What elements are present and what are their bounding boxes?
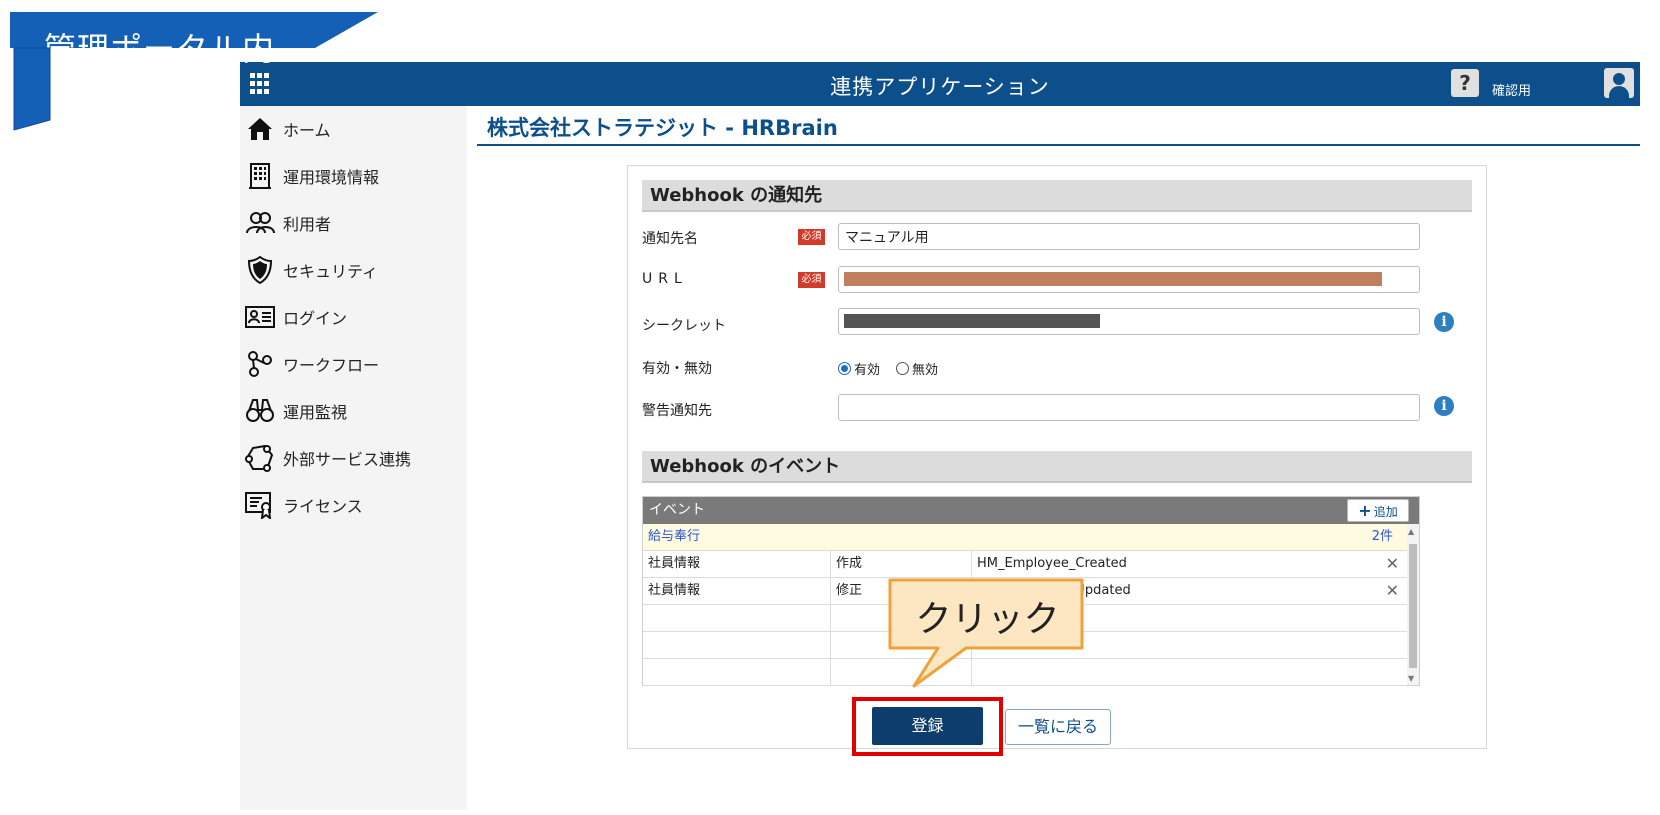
sidebar-item-login[interactable]: ログイン [245, 302, 460, 332]
event-category: 社員情報 [643, 551, 831, 577]
user-avatar-icon[interactable] [1604, 68, 1634, 98]
enabled-off-label: 無効 [912, 363, 939, 378]
secret-label: シークレット [642, 318, 726, 334]
required-badge: 必須 [798, 272, 825, 288]
sidebar-item-label: ライセンス [283, 497, 363, 516]
table-row[interactable]: 社員情報 作成 HM_Employee_Created ✕ [643, 551, 1407, 578]
id-card-icon [245, 302, 275, 332]
sidebar-item-workflow[interactable]: ワークフロー [245, 349, 460, 379]
enabled-label: 有効・無効 [642, 361, 712, 377]
sidebar-item-label: 外部サービス連携 [283, 450, 412, 469]
binoculars-icon [245, 396, 275, 426]
warning-label: 警告通知先 [642, 403, 712, 419]
remove-event-icon[interactable]: ✕ [1386, 578, 1399, 604]
event-group-row[interactable]: 給与奉行 2件 [643, 524, 1407, 551]
user-name: 確認用 [1492, 84, 1532, 99]
warning-destination-field[interactable] [838, 394, 1420, 421]
redacted-secret [844, 314, 1100, 328]
sidebar: ホーム 運用環境情報 利用者 セキュリティ ログイン ワークフロー 運用監視 外… [240, 106, 467, 810]
workflow-icon [245, 349, 275, 379]
sidebar-item-label: 運用環境情報 [283, 168, 380, 187]
sidebar-item-security[interactable]: セキュリティ [245, 255, 460, 285]
url-field[interactable] [838, 266, 1420, 293]
sidebar-item-license[interactable]: ライセンス [245, 490, 460, 520]
help-icon[interactable]: ? [1451, 69, 1479, 97]
sidebar-item-label: 利用者 [283, 215, 332, 234]
name-label: 通知先名 [642, 231, 698, 247]
secret-field[interactable] [838, 308, 1420, 335]
license-icon [245, 490, 275, 520]
secret-info-icon[interactable]: i [1434, 312, 1454, 332]
title-divider [477, 144, 1640, 146]
building-icon [245, 161, 275, 191]
app-window: 連携アプリケーション ? 確認用 ホーム 運用環境情報 利用者 セキュリティ ロ… [240, 62, 1640, 810]
sidebar-item-label: ログイン [283, 309, 348, 328]
sidebar-item-external-services[interactable]: 外部サービス連携 [245, 443, 460, 473]
sidebar-item-label: ホーム [283, 121, 331, 140]
redacted-url [844, 272, 1382, 286]
sidebar-item-home[interactable]: ホーム [245, 114, 460, 144]
shield-icon [245, 255, 275, 285]
required-badge: 必須 [798, 229, 825, 245]
enabled-on-label: 有効 [854, 363, 881, 378]
sidebar-item-monitoring[interactable]: 運用監視 [245, 396, 460, 426]
enabled-on-radio[interactable] [838, 362, 851, 375]
register-button[interactable]: 登録 [872, 707, 983, 745]
add-event-button[interactable]: + 追加 [1347, 499, 1409, 522]
event-scrollbar[interactable]: ▲ ▼ [1407, 524, 1419, 685]
group-count: 2件 [1371, 529, 1393, 544]
home-icon [245, 114, 275, 144]
event-table-header: イベント + 追加 [643, 497, 1419, 524]
header-bar: 連携アプリケーション ? 確認用 [240, 62, 1640, 106]
click-callout-text: クリック [915, 599, 1060, 640]
back-to-list-button[interactable]: 一覧に戻る [1005, 709, 1111, 745]
external-service-icon [245, 443, 275, 473]
enabled-radio-group: 有効 無効 [838, 359, 954, 378]
banner-title: 管理ポータル内 [44, 30, 276, 68]
event-action: 作成 [831, 551, 972, 577]
event-name: HM_Employee_Created [977, 556, 1127, 571]
sidebar-item-label: セキュリティ [283, 262, 379, 281]
name-field[interactable] [838, 223, 1420, 250]
event-category: 社員情報 [643, 578, 831, 604]
scroll-thumb[interactable] [1409, 544, 1417, 668]
users-icon [245, 208, 275, 238]
scroll-up-icon[interactable]: ▲ [1408, 527, 1414, 536]
warning-info-icon[interactable]: i [1434, 396, 1454, 416]
url-label: URL [642, 271, 688, 287]
group-name: 給与奉行 [648, 529, 701, 544]
event-header-label: イベント [649, 502, 705, 518]
sidebar-item-label: 運用監視 [283, 403, 348, 422]
page-title: 株式会社ストラテジット - HRBrain [487, 116, 838, 140]
plus-icon: + [1358, 501, 1372, 520]
sidebar-item-label: ワークフロー [283, 356, 380, 375]
app-title: 連携アプリケーション [830, 75, 1050, 99]
sidebar-item-users[interactable]: 利用者 [245, 208, 460, 238]
remove-event-icon[interactable]: ✕ [1386, 551, 1399, 577]
section-webhook-destination: Webhook の通知先 [642, 180, 1472, 212]
add-event-label: 追加 [1373, 505, 1398, 519]
sidebar-item-environment[interactable]: 運用環境情報 [245, 161, 460, 191]
scroll-down-icon[interactable]: ▼ [1408, 674, 1414, 683]
section-webhook-events: Webhook のイベント [642, 451, 1472, 483]
enabled-off-radio[interactable] [896, 362, 910, 375]
